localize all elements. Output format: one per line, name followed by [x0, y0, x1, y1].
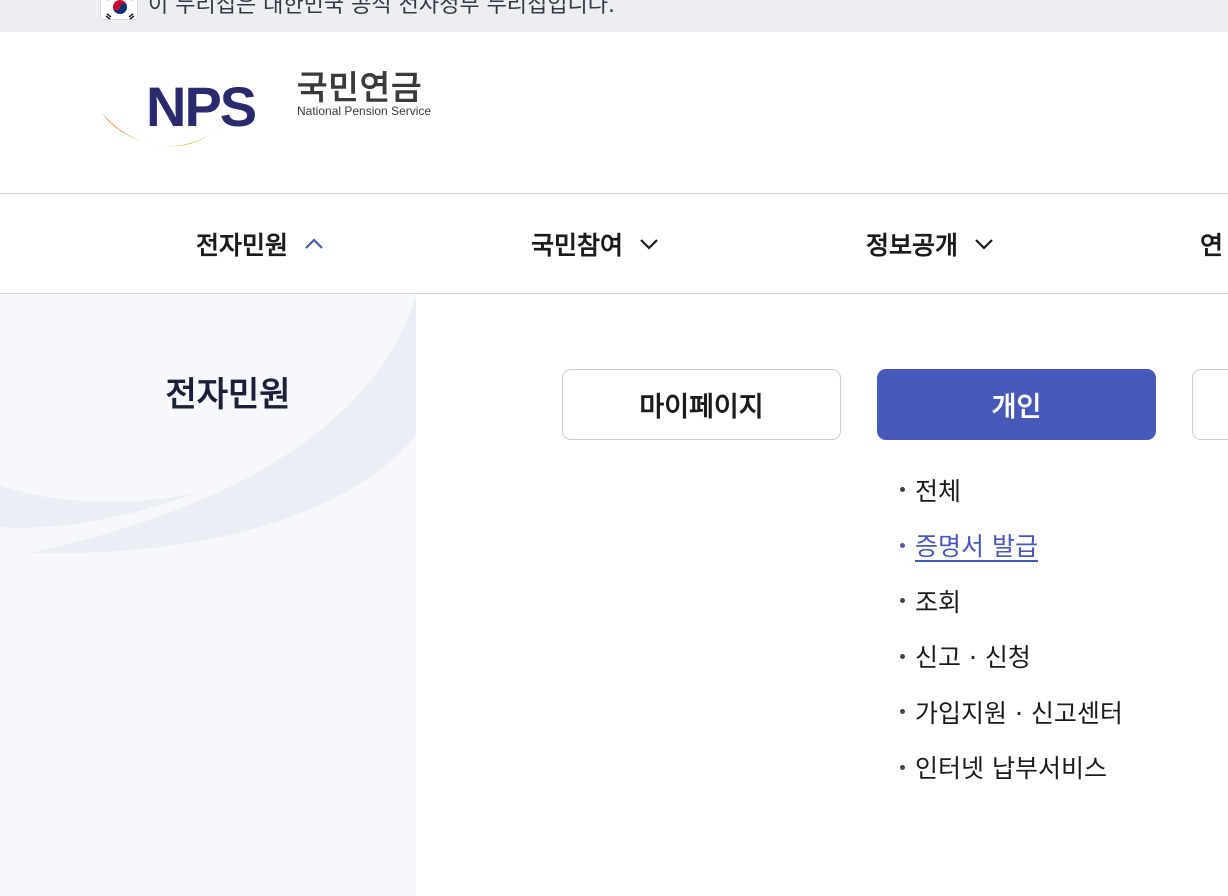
gov-banner: 이 누리집은 대한민국 공식 전자정부 누리집입니다. [0, 0, 1228, 32]
gnb-label: 연 [1200, 231, 1224, 260]
sub-menu-label: 조회 [915, 587, 962, 617]
logo-mark-text: NPS [146, 75, 256, 138]
gnb-item-disclosure[interactable]: 정보공개 [866, 195, 994, 293]
gnb-item-participation[interactable]: 국민참여 [531, 195, 659, 293]
sub-menu-label: 전체 [915, 476, 962, 506]
logo-name-en: National Pension Service [297, 104, 432, 118]
tab-mypage[interactable]: 마이페이지 [562, 369, 841, 440]
chevron-down-icon [640, 239, 658, 250]
gov-banner-text: 이 누리집은 대한민국 공식 전자정부 누리집입니다. [148, 0, 616, 18]
bullet-icon [900, 487, 905, 493]
sub-menu-label: 신고 · 신청 [915, 643, 1031, 673]
gnb-label: 전자민원 [196, 231, 289, 260]
chevron-up-icon [305, 238, 323, 249]
korea-flag-icon [100, 0, 138, 20]
bullet-icon [900, 542, 905, 548]
gnb-label: 국민참여 [531, 231, 624, 260]
tab-next[interactable] [1192, 369, 1228, 440]
chevron-down-icon [975, 239, 993, 250]
nps-logo-mark: NPS [102, 75, 258, 147]
bullet-icon [900, 764, 905, 770]
sub-menu-label: 증명서 발급 [915, 532, 1038, 562]
gnb-item-pension[interactable]: 연 [1200, 195, 1223, 293]
bullet-icon [900, 598, 905, 604]
site-header: NPS 국민연금 National Pension Service [0, 32, 1228, 194]
nps-logo[interactable]: NPS 국민연금 National Pension Service [98, 68, 438, 158]
sub-menu-label: 가입지원 · 신고센터 [915, 698, 1123, 728]
sub-menu-item-inquiry[interactable]: 조회 [896, 573, 1123, 629]
side-panel: 전자민원 [0, 295, 416, 896]
bullet-icon [900, 709, 905, 715]
sub-menu: 전체 증명서 발급 조회 신고 · 신청 가입지원 · 신고센터 인터넷 납부서… [896, 462, 1123, 795]
sub-menu-item-report-apply[interactable]: 신고 · 신청 [896, 629, 1123, 685]
sub-menu-item-internet-payment[interactable]: 인터넷 납부서비스 [896, 740, 1123, 796]
gnb-label: 정보공개 [866, 231, 959, 260]
bullet-icon [900, 653, 905, 659]
sub-menu-item-certificate[interactable]: 증명서 발급 [896, 518, 1123, 574]
sub-menu-label: 인터넷 납부서비스 [915, 754, 1107, 784]
sub-menu-item-all[interactable]: 전체 [896, 462, 1123, 518]
logo-name-ko: 국민연금 [297, 68, 423, 107]
tab-personal[interactable]: 개인 [877, 369, 1156, 440]
side-title: 전자민원 [165, 375, 291, 415]
gnb-item-e-civil[interactable]: 전자민원 [196, 195, 324, 293]
sub-menu-item-support-center[interactable]: 가입지원 · 신고센터 [896, 684, 1123, 740]
global-nav: 전자민원 국민참여 정보공개 연 [0, 195, 1228, 294]
